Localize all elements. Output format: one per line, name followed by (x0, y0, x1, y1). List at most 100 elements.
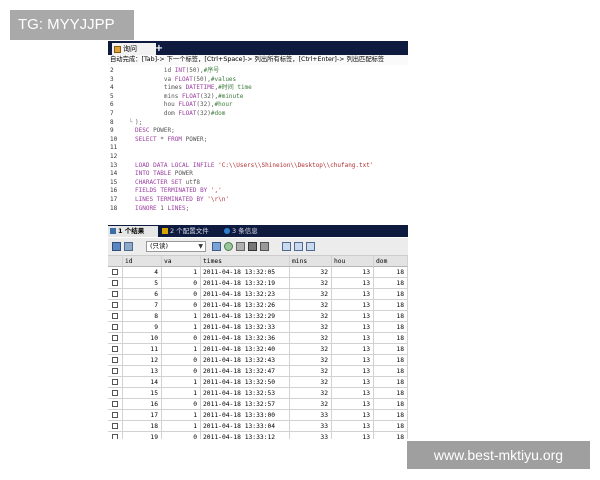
cell-va[interactable]: 1 (162, 388, 201, 399)
row-checkbox[interactable] (112, 269, 118, 275)
table-row[interactable]: 17 1 2011-04-18 13:33:00 33 13 18 (108, 410, 408, 421)
refresh-icon[interactable] (224, 242, 233, 251)
grid-view-icon[interactable] (112, 242, 121, 251)
delete-icon[interactable] (248, 242, 257, 251)
cell-mins[interactable]: 32 (290, 278, 332, 289)
cell-times[interactable]: 2011-04-18 13:32:47 (201, 366, 290, 377)
table-row[interactable]: 14 1 2011-04-18 13:32:50 32 13 18 (108, 377, 408, 388)
row-checkbox[interactable] (112, 280, 118, 286)
cell-va[interactable]: 0 (162, 289, 201, 300)
row-checkbox[interactable] (112, 313, 118, 319)
table-row[interactable]: 5 0 2011-04-18 13:32:19 32 13 18 (108, 278, 408, 289)
cell-va[interactable]: 0 (162, 432, 201, 439)
code-line[interactable]: 8 └); (108, 119, 408, 128)
code-line[interactable]: 5 mins FLOAT(32),#minute (108, 93, 408, 102)
code-line[interactable]: 2 id INT(50),#序号 (108, 67, 408, 76)
cell-times[interactable]: 2011-04-18 13:32:36 (201, 333, 290, 344)
cell-times[interactable]: 2011-04-18 13:32:40 (201, 344, 290, 355)
cell-mins[interactable]: 33 (290, 432, 332, 439)
row-checkbox[interactable] (112, 324, 118, 330)
text-view-icon[interactable] (294, 242, 303, 251)
cell-va[interactable]: 1 (162, 410, 201, 421)
cell-va[interactable]: 1 (162, 421, 201, 432)
cell-mins[interactable]: 33 (290, 421, 332, 432)
cell-dom[interactable]: 18 (374, 421, 408, 432)
table-row[interactable]: 13 0 2011-04-18 13:32:47 32 13 18 (108, 366, 408, 377)
cell-mins[interactable]: 32 (290, 344, 332, 355)
insert-row-icon[interactable] (236, 242, 245, 251)
column-header-dom[interactable]: dom (374, 256, 408, 267)
cell-va[interactable]: 0 (162, 300, 201, 311)
tab-query[interactable]: 询问 (112, 43, 156, 55)
tab-results[interactable]: 1 个结果 (108, 226, 158, 237)
grid-options-icon[interactable] (124, 242, 133, 251)
cell-dom[interactable]: 18 (374, 289, 408, 300)
cell-mins[interactable]: 32 (290, 311, 332, 322)
table-row[interactable]: 10 0 2011-04-18 13:32:36 32 13 18 (108, 333, 408, 344)
table-row[interactable]: 19 0 2011-04-18 13:33:12 33 13 18 (108, 432, 408, 439)
cell-va[interactable]: 0 (162, 333, 201, 344)
table-row[interactable]: 18 1 2011-04-18 13:33:04 33 13 18 (108, 421, 408, 432)
cell-id[interactable]: 18 (123, 421, 162, 432)
cell-id[interactable]: 4 (123, 267, 162, 278)
column-header-mins[interactable]: mins (290, 256, 332, 267)
cell-va[interactable]: 0 (162, 399, 201, 410)
cell-dom[interactable]: 18 (374, 344, 408, 355)
cell-mins[interactable]: 32 (290, 267, 332, 278)
cell-id[interactable]: 15 (123, 388, 162, 399)
cell-hou[interactable]: 13 (332, 366, 374, 377)
cell-hou[interactable]: 13 (332, 322, 374, 333)
code-line[interactable]: 6 hou FLOAT(32),#hour (108, 101, 408, 110)
code-line[interactable]: 10 SELECT * FROM POWER; (108, 136, 408, 145)
cell-mins[interactable]: 32 (290, 289, 332, 300)
cell-hou[interactable]: 13 (332, 333, 374, 344)
table-row[interactable]: 16 0 2011-04-18 13:32:57 32 13 18 (108, 399, 408, 410)
cell-hou[interactable]: 13 (332, 377, 374, 388)
cell-times[interactable]: 2011-04-18 13:32:26 (201, 300, 290, 311)
row-checkbox[interactable] (112, 434, 118, 439)
cell-id[interactable]: 17 (123, 410, 162, 421)
code-line[interactable]: 9 DESC POWER; (108, 127, 408, 136)
cell-dom[interactable]: 18 (374, 322, 408, 333)
cell-mins[interactable]: 32 (290, 399, 332, 410)
table-row[interactable]: 15 1 2011-04-18 13:32:53 32 13 18 (108, 388, 408, 399)
column-header-hou[interactable]: hou (332, 256, 374, 267)
cell-mins[interactable]: 32 (290, 388, 332, 399)
cell-times[interactable]: 2011-04-18 13:33:04 (201, 421, 290, 432)
cell-mins[interactable]: 32 (290, 366, 332, 377)
cell-hou[interactable]: 13 (332, 421, 374, 432)
cell-dom[interactable]: 18 (374, 366, 408, 377)
cell-dom[interactable]: 18 (374, 278, 408, 289)
cell-hou[interactable]: 13 (332, 410, 374, 421)
cell-times[interactable]: 2011-04-18 13:32:33 (201, 322, 290, 333)
cell-va[interactable]: 1 (162, 322, 201, 333)
sql-editor[interactable]: 2 id INT(50),#序号 3 va FLOAT(50),#values 4 … (108, 65, 408, 218)
cell-id[interactable]: 12 (123, 355, 162, 366)
cell-va[interactable]: 1 (162, 344, 201, 355)
cell-id[interactable]: 7 (123, 300, 162, 311)
save-icon[interactable] (212, 242, 221, 251)
cell-hou[interactable]: 13 (332, 355, 374, 366)
cell-va[interactable]: 0 (162, 355, 201, 366)
cell-va[interactable]: 1 (162, 311, 201, 322)
table-row[interactable]: 7 0 2011-04-18 13:32:26 32 13 18 (108, 300, 408, 311)
cell-hou[interactable]: 13 (332, 300, 374, 311)
row-checkbox[interactable] (112, 379, 118, 385)
cell-id[interactable]: 6 (123, 289, 162, 300)
cell-times[interactable]: 2011-04-18 13:32:19 (201, 278, 290, 289)
row-checkbox[interactable] (112, 423, 118, 429)
code-line[interactable]: 16 FIELDS TERMINATED BY ',' (108, 187, 408, 196)
row-checkbox[interactable] (112, 302, 118, 308)
cell-va[interactable]: 1 (162, 377, 201, 388)
select-all-cell[interactable] (108, 256, 123, 267)
cell-mins[interactable]: 32 (290, 355, 332, 366)
code-line[interactable]: 7 dom FLOAT(32)#dom (108, 110, 408, 119)
row-checkbox[interactable] (112, 357, 118, 363)
row-checkbox[interactable] (112, 291, 118, 297)
cell-dom[interactable]: 18 (374, 432, 408, 439)
cell-mins[interactable]: 32 (290, 333, 332, 344)
cell-hou[interactable]: 13 (332, 432, 374, 439)
cell-mins[interactable]: 32 (290, 300, 332, 311)
column-header-times[interactable]: times (201, 256, 290, 267)
code-line[interactable]: 12 (108, 153, 408, 162)
